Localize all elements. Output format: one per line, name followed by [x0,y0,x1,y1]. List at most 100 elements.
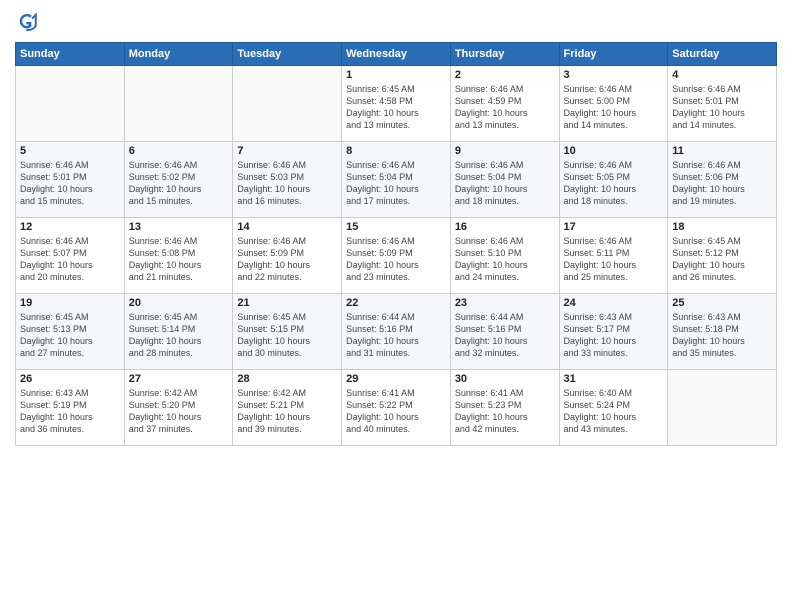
day-info: Sunrise: 6:40 AMSunset: 5:24 PMDaylight:… [564,387,664,436]
day-info: Sunrise: 6:46 AMSunset: 5:04 PMDaylight:… [455,159,555,208]
day-info: Sunrise: 6:42 AMSunset: 5:21 PMDaylight:… [237,387,337,436]
calendar-cell: 31 Sunrise: 6:40 AMSunset: 5:24 PMDayligh… [559,370,668,446]
calendar-cell: 20 Sunrise: 6:45 AMSunset: 5:14 PMDayligh… [124,294,233,370]
calendar-body: 1 Sunrise: 6:45 AMSunset: 4:58 PMDaylight… [16,66,777,446]
logo-icon [15,10,39,34]
day-number: 6 [129,145,229,157]
day-number: 3 [564,69,664,81]
weekday-header-tuesday: Tuesday [233,43,342,66]
day-number: 7 [237,145,337,157]
day-info: Sunrise: 6:46 AMSunset: 5:02 PMDaylight:… [129,159,229,208]
day-info: Sunrise: 6:46 AMSunset: 5:07 PMDaylight:… [20,235,120,284]
day-info: Sunrise: 6:44 AMSunset: 5:16 PMDaylight:… [346,311,446,360]
day-number: 21 [237,297,337,309]
day-number: 13 [129,221,229,233]
weekday-header-wednesday: Wednesday [342,43,451,66]
day-info: Sunrise: 6:46 AMSunset: 5:11 PMDaylight:… [564,235,664,284]
page: SundayMondayTuesdayWednesdayThursdayFrid… [0,0,792,612]
day-number: 29 [346,373,446,385]
calendar-cell: 22 Sunrise: 6:44 AMSunset: 5:16 PMDayligh… [342,294,451,370]
day-info: Sunrise: 6:45 AMSunset: 5:13 PMDaylight:… [20,311,120,360]
calendar-cell: 8 Sunrise: 6:46 AMSunset: 5:04 PMDaylight… [342,142,451,218]
calendar-cell: 7 Sunrise: 6:46 AMSunset: 5:03 PMDaylight… [233,142,342,218]
day-number: 17 [564,221,664,233]
day-number: 9 [455,145,555,157]
day-number: 14 [237,221,337,233]
calendar-cell: 19 Sunrise: 6:45 AMSunset: 5:13 PMDayligh… [16,294,125,370]
calendar-cell: 13 Sunrise: 6:46 AMSunset: 5:08 PMDayligh… [124,218,233,294]
week-row-2: 5Sunrise: 6:46 AMSunset: 5:01 PMDaylight… [16,142,777,218]
day-number: 24 [564,297,664,309]
weekday-header-row: SundayMondayTuesdayWednesdayThursdayFrid… [16,43,777,66]
calendar-cell: 14 Sunrise: 6:46 AMSunset: 5:09 PMDayligh… [233,218,342,294]
calendar-cell [233,66,342,142]
day-number: 4 [672,69,772,81]
day-info: Sunrise: 6:43 AMSunset: 5:18 PMDaylight:… [672,311,772,360]
day-info: Sunrise: 6:46 AMSunset: 5:03 PMDaylight:… [237,159,337,208]
day-number: 23 [455,297,555,309]
day-number: 27 [129,373,229,385]
calendar-cell: 9 Sunrise: 6:46 AMSunset: 5:04 PMDaylight… [450,142,559,218]
header [15,10,777,34]
day-info: Sunrise: 6:41 AMSunset: 5:22 PMDaylight:… [346,387,446,436]
day-number: 15 [346,221,446,233]
calendar-cell: 3 Sunrise: 6:46 AMSunset: 5:00 PMDaylight… [559,66,668,142]
calendar-cell: 10 Sunrise: 6:46 AMSunset: 5:05 PMDayligh… [559,142,668,218]
calendar-cell: 29 Sunrise: 6:41 AMSunset: 5:22 PMDayligh… [342,370,451,446]
day-info: Sunrise: 6:45 AMSunset: 5:14 PMDaylight:… [129,311,229,360]
calendar-cell: 5Sunrise: 6:46 AMSunset: 5:01 PMDaylight… [16,142,125,218]
day-info: Sunrise: 6:45 AMSunset: 4:58 PMDaylight:… [346,83,446,132]
day-number: 10 [564,145,664,157]
calendar-cell: 12 Sunrise: 6:46 AMSunset: 5:07 PMDayligh… [16,218,125,294]
calendar-cell [668,370,777,446]
calendar-cell: 26Sunrise: 6:43 AMSunset: 5:19 PMDayligh… [16,370,125,446]
day-number: 25 [672,297,772,309]
calendar-cell: 16 Sunrise: 6:46 AMSunset: 5:10 PMDayligh… [450,218,559,294]
calendar-header: SundayMondayTuesdayWednesdayThursdayFrid… [16,43,777,66]
weekday-header-thursday: Thursday [450,43,559,66]
calendar-cell: 28 Sunrise: 6:42 AMSunset: 5:21 PMDayligh… [233,370,342,446]
day-info: Sunrise: 6:46 AMSunset: 5:05 PMDaylight:… [564,159,664,208]
day-number: 31 [564,373,664,385]
day-number: 2 [455,69,555,81]
day-info: Sunrise: 6:44 AMSunset: 5:16 PMDaylight:… [455,311,555,360]
calendar-cell: 6 Sunrise: 6:46 AMSunset: 5:02 PMDaylight… [124,142,233,218]
day-number: 8 [346,145,446,157]
day-number: 16 [455,221,555,233]
day-number: 26 [20,373,120,385]
weekday-header-sunday: Sunday [16,43,125,66]
calendar-cell: 18Sunrise: 6:45 AMSunset: 5:12 PMDayligh… [668,218,777,294]
week-row-4: 19 Sunrise: 6:45 AMSunset: 5:13 PMDayligh… [16,294,777,370]
calendar-cell: 1 Sunrise: 6:45 AMSunset: 4:58 PMDaylight… [342,66,451,142]
calendar-cell: 11 Sunrise: 6:46 AMSunset: 5:06 PMDayligh… [668,142,777,218]
day-info: Sunrise: 6:46 AMSunset: 5:06 PMDaylight:… [672,159,772,208]
calendar-cell: 27 Sunrise: 6:42 AMSunset: 5:20 PMDayligh… [124,370,233,446]
day-number: 20 [129,297,229,309]
calendar-cell [124,66,233,142]
day-number: 11 [672,145,772,157]
day-info: Sunrise: 6:46 AMSunset: 5:08 PMDaylight:… [129,235,229,284]
calendar-cell: 23 Sunrise: 6:44 AMSunset: 5:16 PMDayligh… [450,294,559,370]
calendar-cell: 25 Sunrise: 6:43 AMSunset: 5:18 PMDayligh… [668,294,777,370]
day-info: Sunrise: 6:46 AMSunset: 5:09 PMDaylight:… [237,235,337,284]
weekday-header-friday: Friday [559,43,668,66]
day-info: Sunrise: 6:46 AMSunset: 5:00 PMDaylight:… [564,83,664,132]
logo [15,10,43,34]
day-number: 12 [20,221,120,233]
day-number: 22 [346,297,446,309]
calendar-cell: 2 Sunrise: 6:46 AMSunset: 4:59 PMDaylight… [450,66,559,142]
day-number: 1 [346,69,446,81]
day-number: 5 [20,145,120,157]
calendar-cell: 4 Sunrise: 6:46 AMSunset: 5:01 PMDaylight… [668,66,777,142]
day-info: Sunrise: 6:46 AMSunset: 5:01 PMDaylight:… [672,83,772,132]
day-info: Sunrise: 6:46 AMSunset: 5:10 PMDaylight:… [455,235,555,284]
week-row-3: 12 Sunrise: 6:46 AMSunset: 5:07 PMDayligh… [16,218,777,294]
day-info: Sunrise: 6:46 AMSunset: 5:04 PMDaylight:… [346,159,446,208]
week-row-1: 1 Sunrise: 6:45 AMSunset: 4:58 PMDaylight… [16,66,777,142]
calendar-cell: 17 Sunrise: 6:46 AMSunset: 5:11 PMDayligh… [559,218,668,294]
calendar-cell [16,66,125,142]
day-info: Sunrise: 6:42 AMSunset: 5:20 PMDaylight:… [129,387,229,436]
day-number: 19 [20,297,120,309]
day-number: 28 [237,373,337,385]
day-info: Sunrise: 6:46 AMSunset: 4:59 PMDaylight:… [455,83,555,132]
